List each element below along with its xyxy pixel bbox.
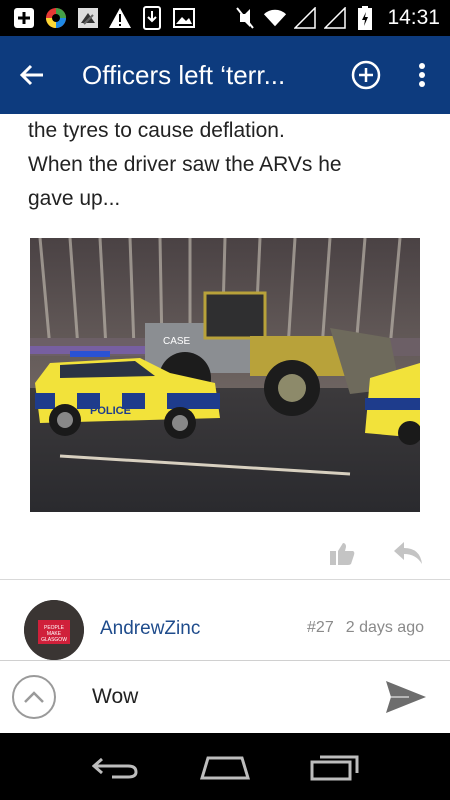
add-circle-icon bbox=[351, 60, 381, 90]
wifi-icon bbox=[263, 6, 287, 30]
overflow-menu-button[interactable] bbox=[394, 36, 450, 114]
post-line: the tyres to cause deflation. bbox=[28, 119, 285, 142]
divider bbox=[0, 579, 450, 580]
signal-icon bbox=[323, 6, 347, 30]
nav-home-button[interactable] bbox=[195, 747, 255, 787]
police-label: POLICE bbox=[90, 405, 131, 417]
post-actions bbox=[0, 532, 450, 582]
post-body: the tyres to cause deflation. When the d… bbox=[0, 114, 450, 216]
status-bar: 14:31 bbox=[0, 0, 450, 36]
post-photo[interactable]: CASE POLICE bbox=[30, 238, 420, 512]
post-line: gave up... bbox=[28, 187, 121, 210]
reply-button[interactable] bbox=[392, 540, 426, 570]
download-icon bbox=[140, 6, 164, 30]
post-meta: #27 2 days ago bbox=[307, 619, 424, 637]
reply-composer bbox=[0, 660, 450, 733]
reply-input[interactable] bbox=[92, 685, 362, 709]
loader-label: CASE bbox=[163, 336, 191, 347]
chevron-up-icon bbox=[24, 691, 44, 703]
post-line: When the driver saw the ARVs he bbox=[28, 153, 342, 176]
nav-recents-button[interactable] bbox=[305, 747, 365, 787]
back-arrow-icon bbox=[19, 64, 43, 86]
colorful-app-icon bbox=[44, 6, 68, 30]
image-icon bbox=[172, 6, 196, 30]
nav-back-button[interactable] bbox=[85, 747, 145, 787]
back-button[interactable] bbox=[0, 36, 64, 114]
nav-back-icon bbox=[92, 757, 138, 778]
more-vert-icon bbox=[419, 63, 425, 87]
reply-icon bbox=[394, 542, 422, 564]
add-button[interactable] bbox=[338, 36, 394, 114]
next-post-header: PEOPLE MAKE GLASGOW AndrewZinc #27 2 day… bbox=[0, 594, 450, 660]
avatar[interactable]: PEOPLE MAKE GLASGOW bbox=[24, 600, 84, 660]
warning-icon bbox=[108, 6, 132, 30]
app-bar: Officers left ‘terr... bbox=[0, 36, 450, 114]
thumbs-up-icon bbox=[330, 543, 355, 565]
send-button[interactable] bbox=[384, 677, 428, 717]
post-time: 2 days ago bbox=[345, 619, 424, 636]
battery-charging-icon bbox=[353, 6, 377, 30]
status-time: 14:31 bbox=[387, 6, 440, 29]
plus-box-icon bbox=[12, 6, 36, 30]
news-app-icon bbox=[76, 6, 100, 30]
svg-text:GLASGOW: GLASGOW bbox=[41, 637, 67, 643]
system-nav-bar bbox=[0, 733, 450, 800]
mute-icon bbox=[233, 6, 257, 30]
like-button[interactable] bbox=[328, 540, 358, 570]
post-content: the tyres to cause deflation. When the d… bbox=[0, 114, 450, 660]
author-name[interactable]: AndrewZinc bbox=[100, 618, 200, 640]
signal-icon bbox=[293, 6, 317, 30]
nav-home-icon bbox=[199, 756, 251, 779]
nav-recents-icon bbox=[310, 755, 359, 780]
page-title: Officers left ‘terr... bbox=[82, 59, 286, 90]
send-icon bbox=[386, 681, 426, 713]
post-number: #27 bbox=[307, 619, 334, 636]
expand-composer-button[interactable] bbox=[12, 675, 56, 719]
